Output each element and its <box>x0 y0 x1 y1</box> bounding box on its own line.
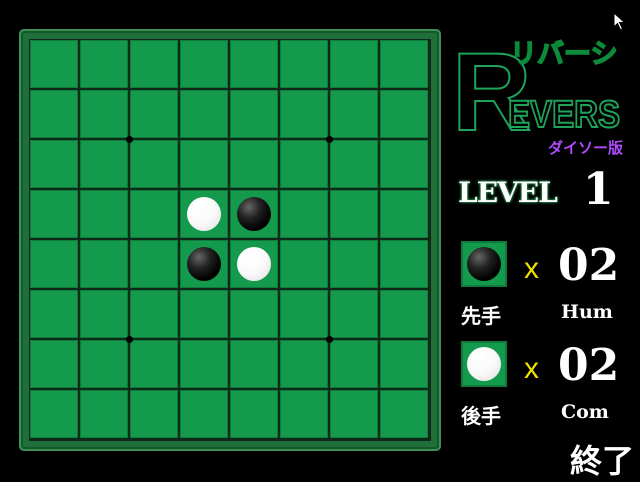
board-cell[interactable] <box>330 290 378 338</box>
board-cell[interactable] <box>280 340 328 388</box>
first-move-label: 先手 <box>461 304 501 328</box>
second-move-label: 後手 <box>461 404 501 428</box>
logo-edition: ダイソー版 <box>548 139 623 157</box>
board-cell[interactable] <box>180 190 228 238</box>
board-cell[interactable] <box>380 390 428 438</box>
board-cell[interactable] <box>30 290 78 338</box>
star-point <box>126 136 133 143</box>
logo-title-evers: EVERS <box>508 94 620 136</box>
board-cell[interactable] <box>280 90 328 138</box>
board-cell[interactable] <box>230 40 278 88</box>
board-cell[interactable] <box>180 140 228 188</box>
game-board[interactable] <box>29 39 431 441</box>
board-cell[interactable] <box>280 390 328 438</box>
board-cell[interactable] <box>80 390 128 438</box>
board-cell[interactable] <box>380 340 428 388</box>
board-cell[interactable] <box>330 140 378 188</box>
board-cell[interactable] <box>180 290 228 338</box>
board-cell[interactable] <box>30 190 78 238</box>
board-cell[interactable] <box>80 240 128 288</box>
times-sign: x <box>524 352 539 385</box>
board-cell[interactable] <box>130 190 178 238</box>
board-cell[interactable] <box>180 390 228 438</box>
black-stone-icon <box>467 247 501 281</box>
board-cell[interactable] <box>330 90 378 138</box>
board-cell[interactable] <box>230 390 278 438</box>
board-cell[interactable] <box>80 190 128 238</box>
star-point <box>326 336 333 343</box>
reversi-logo: R リバーシ EVERS ダイソー版 <box>451 30 623 157</box>
board-cell[interactable] <box>130 90 178 138</box>
black-stone <box>237 197 271 231</box>
board-cell[interactable] <box>380 190 428 238</box>
board-cell[interactable] <box>380 90 428 138</box>
board-cell[interactable] <box>230 340 278 388</box>
board-cell[interactable] <box>280 140 328 188</box>
board-cell[interactable] <box>80 40 128 88</box>
human-label: Hum <box>561 301 613 323</box>
board-cell[interactable] <box>380 240 428 288</box>
board-cell[interactable] <box>180 340 228 388</box>
board-cell[interactable] <box>130 140 178 188</box>
board-cell[interactable] <box>380 40 428 88</box>
board-cell[interactable] <box>330 340 378 388</box>
board-cell[interactable] <box>280 290 328 338</box>
board-cell[interactable] <box>130 40 178 88</box>
board-cell[interactable] <box>180 90 228 138</box>
board-cell[interactable] <box>30 340 78 388</box>
board-cell[interactable] <box>130 390 178 438</box>
board-cell[interactable] <box>280 40 328 88</box>
board-cell[interactable] <box>30 390 78 438</box>
star-point <box>326 136 333 143</box>
board-cell[interactable] <box>130 240 178 288</box>
board-cell[interactable] <box>230 240 278 288</box>
white-stone <box>187 197 221 231</box>
board-cell[interactable] <box>80 290 128 338</box>
level-value: 1 <box>583 164 614 215</box>
board-cell[interactable] <box>230 90 278 138</box>
board-cell[interactable] <box>80 90 128 138</box>
board-cell[interactable] <box>230 190 278 238</box>
board-cell[interactable] <box>330 390 378 438</box>
board-cell[interactable] <box>180 40 228 88</box>
board-cell[interactable] <box>280 190 328 238</box>
board-cell[interactable] <box>30 40 78 88</box>
board-cell[interactable] <box>280 240 328 288</box>
board-cell[interactable] <box>330 190 378 238</box>
level-label: LEVEL <box>458 176 558 209</box>
board-cell[interactable] <box>330 240 378 288</box>
end-button[interactable]: 終了 <box>570 436 634 482</box>
board-cell[interactable] <box>230 140 278 188</box>
white-stone <box>237 247 271 281</box>
board-cell[interactable] <box>180 240 228 288</box>
board-cell[interactable] <box>30 90 78 138</box>
board-cell[interactable] <box>80 140 128 188</box>
board-cell[interactable] <box>330 40 378 88</box>
black-stone <box>187 247 221 281</box>
board-cell[interactable] <box>380 140 428 188</box>
board-cell[interactable] <box>80 340 128 388</box>
board-cell[interactable] <box>380 290 428 338</box>
board-cell[interactable] <box>130 340 178 388</box>
board-cell[interactable] <box>230 290 278 338</box>
times-sign: x <box>524 252 539 285</box>
black-count: 02 <box>558 240 620 291</box>
white-count: 02 <box>558 340 620 391</box>
board-cell[interactable] <box>130 290 178 338</box>
white-stone-icon <box>467 347 501 381</box>
star-point <box>126 336 133 343</box>
board-cell[interactable] <box>30 140 78 188</box>
computer-label: Com <box>561 401 609 423</box>
logo-kana-title: リバーシ <box>510 39 617 70</box>
board-cell[interactable] <box>30 240 78 288</box>
white-stone-indicator <box>461 341 507 387</box>
black-stone-indicator <box>461 241 507 287</box>
